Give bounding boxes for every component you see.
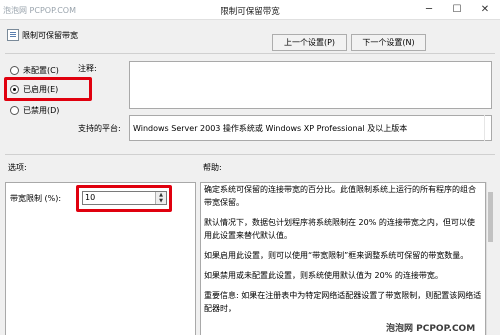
radio-disabled[interactable]: 已禁用(D) (10, 103, 59, 117)
radio-not-configured[interactable]: 未配置(C) (10, 63, 59, 77)
section-divider (5, 154, 495, 155)
radio-circle-icon[interactable] (10, 65, 19, 75)
help-paragraph: 如果启用此设置，则可以使用“带宽限制”框来调整系统可保留的带宽数量。 (204, 251, 469, 260)
platform-label: 支持的平台: (78, 124, 121, 133)
radio-not-configured-label: 未配置(C) (23, 65, 59, 75)
header-divider (5, 53, 495, 54)
watermark-bottom: 泡泡网 PCPOP.COM (386, 324, 476, 334)
help-paragraph: 默认情况下，数据包计划程序将系统限制在 20% 的连接带宽之内，但可以使用此设置… (204, 218, 475, 240)
radio-selected-icon[interactable] (10, 84, 19, 94)
policy-setting-icon (7, 29, 19, 41)
spin-down-icon[interactable]: ▼ (155, 198, 166, 204)
previous-setting-button[interactable]: 上一个设置(P) (272, 34, 347, 51)
comment-textarea[interactable] (129, 61, 492, 109)
help-paragraph: 重要信息: 如果在注册表中为特定网络适配器设置了带宽限制，则配置该网络适配器时， (204, 291, 482, 313)
help-paragraph: 确定系统可保留的连接带宽的百分比。此值限制系统上运行的所有程序的组合带宽保留。 (204, 185, 476, 207)
next-setting-button[interactable]: 下一个设置(N) (351, 34, 426, 51)
close-button[interactable]: ✕ (474, 0, 496, 20)
options-heading: 选项: (8, 163, 27, 172)
platform-value: Windows Server 2003 操作系统或 Windows XP Pro… (133, 124, 408, 133)
help-scrollbar-thumb[interactable] (488, 192, 493, 242)
help-heading: 帮助: (203, 163, 222, 172)
radio-enabled-label: 已启用(E) (23, 84, 59, 94)
minimize-button[interactable]: ─ (418, 0, 440, 20)
help-paragraph: 如果禁用或未配置此设置，则系统使用默认值为 20% 的连接带宽。 (204, 271, 443, 280)
platform-scrollbar[interactable] (484, 115, 492, 141)
radio-enabled[interactable]: 已启用(E) (10, 82, 58, 96)
bandwidth-limit-label: 带宽限制 (%): (10, 194, 62, 203)
radio-circle-icon[interactable] (10, 105, 19, 115)
comment-label: 注释: (78, 64, 97, 73)
help-pane: 确定系统可保留的连接带宽的百分比。此值限制系统上运行的所有程序的组合带宽保留。 … (200, 182, 486, 335)
policy-title: 限制可保留带宽 (22, 31, 78, 40)
maximize-button[interactable]: ☐ (446, 0, 468, 20)
radio-disabled-label: 已禁用(D) (23, 105, 60, 115)
